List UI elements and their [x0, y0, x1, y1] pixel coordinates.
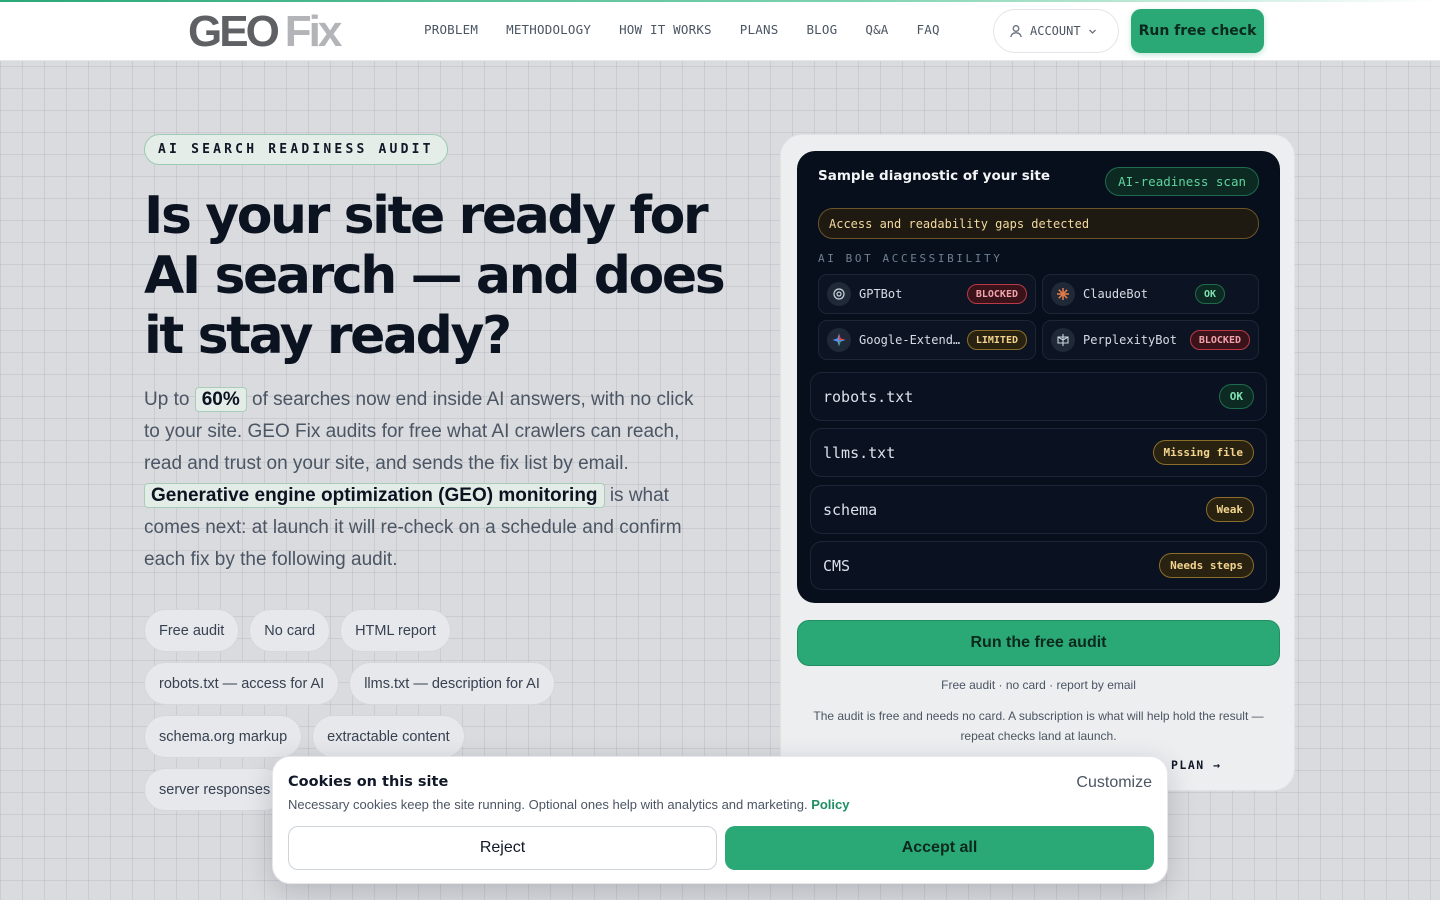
check-status: Needs steps: [1159, 553, 1254, 578]
account-label: ACCOUNT: [1030, 24, 1081, 38]
chip-html-report: HTML report: [340, 609, 451, 652]
check-cms: CMS Needs steps: [810, 541, 1267, 590]
policy-link[interactable]: Policy: [811, 797, 849, 812]
bot-name: ClaudeBot: [1083, 287, 1149, 301]
check-status: Missing file: [1152, 440, 1254, 465]
bot-name: PerplexityBot: [1083, 333, 1177, 347]
bot-status: BLOCKED: [966, 284, 1027, 304]
customize-button[interactable]: Customize: [1076, 774, 1152, 792]
lead-part1: Up to: [144, 389, 190, 410]
bot-name: GPTBot: [859, 287, 903, 301]
bot-perplexitybot: PerplexityBot BLOCKED: [1042, 320, 1259, 360]
plan-link[interactable]: PLAN →: [1171, 758, 1222, 772]
nav-plans[interactable]: PLANS: [740, 22, 779, 37]
cookie-text-body: Necessary cookies keep the site running.…: [288, 797, 808, 812]
main-nav: PROBLEM METHODOLOGY HOW IT WORKS PLANS B…: [424, 22, 940, 37]
cookie-title: Cookies on this site: [288, 774, 449, 790]
bot-name: Google-Extended: [859, 333, 967, 347]
check-name: schema: [823, 500, 878, 519]
perplexity-icon: [1051, 328, 1075, 352]
hero-title: Is your site ready for AI search — and d…: [144, 186, 726, 366]
chip-free-audit: Free audit: [144, 609, 240, 652]
check-schema: schema Weak: [810, 485, 1267, 534]
run-audit-button[interactable]: Run the free audit: [797, 620, 1280, 666]
nav-how-it-works[interactable]: HOW IT WORKS: [619, 22, 712, 37]
chevron-down-icon: [1088, 29, 1096, 34]
check-status: OK: [1218, 384, 1254, 409]
check-name: CMS: [823, 556, 851, 575]
fine-print: Free audit · no card · report by email: [941, 678, 1136, 692]
run-free-check-button[interactable]: Run free check: [1131, 9, 1264, 53]
diagnostic-card: Sample diagnostic of your site AI-readin…: [780, 134, 1295, 791]
site-header: GEO Fix PROBLEM METHODOLOGY HOW IT WORKS…: [0, 2, 1440, 61]
nav-problem[interactable]: PROBLEM: [424, 22, 478, 37]
scan-badge: AI-readiness scan: [1105, 167, 1259, 196]
chip-schema: schema.org markup: [144, 715, 303, 758]
check-robots: robots.txt OK: [810, 372, 1267, 421]
check-status: Weak: [1205, 497, 1254, 522]
openai-icon: [827, 282, 851, 306]
check-name: robots.txt: [823, 387, 914, 406]
bot-claudebot: ClaudeBot OK: [1042, 274, 1259, 314]
hero-lead: Up to 60% of searches now end inside AI …: [144, 384, 714, 576]
lead-stat: 60%: [194, 387, 247, 412]
cookie-text: Necessary cookies keep the site running.…: [288, 797, 849, 812]
nav-qa[interactable]: Q&A: [865, 22, 888, 37]
nav-blog[interactable]: BLOG: [806, 22, 837, 37]
bot-grid: GPTBot BLOCKED ClaudeBot OK Google-Exten…: [818, 274, 1259, 360]
bot-google-extended: Google-Extended LIMITED: [818, 320, 1036, 360]
bot-status: LIMITED: [966, 330, 1027, 350]
chip-extractable: extractable content: [312, 715, 465, 758]
check-name: llms.txt: [823, 443, 896, 462]
gemini-icon: [827, 328, 851, 352]
check-llms: llms.txt Missing file: [810, 428, 1267, 477]
subscription-note: The audit is free and needs no card. A s…: [813, 709, 1264, 743]
bot-status: BLOCKED: [1189, 330, 1250, 350]
logo[interactable]: GEO Fix: [188, 7, 343, 56]
diagnostic-panel: Sample diagnostic of your site AI-readin…: [797, 151, 1280, 603]
reject-button[interactable]: Reject: [288, 826, 717, 870]
eyebrow-badge: AI SEARCH READINESS AUDIT: [144, 134, 448, 165]
accept-all-button[interactable]: Accept all: [725, 826, 1154, 870]
claude-icon: [1051, 282, 1075, 306]
diagnostic-title: Sample diagnostic of your site: [818, 168, 1050, 184]
bots-section-label: AI BOT ACCESSIBILITY: [818, 252, 1003, 265]
bot-gptbot: GPTBot BLOCKED: [818, 274, 1036, 314]
cookie-banner: Cookies on this site Customize Necessary…: [272, 756, 1168, 884]
chip-no-card: No card: [249, 609, 331, 652]
bot-status: OK: [1195, 284, 1226, 304]
chip-robots: robots.txt — access for AI: [144, 662, 340, 705]
logo-part1: GEO: [188, 7, 280, 56]
nav-methodology[interactable]: METHODOLOGY: [506, 22, 591, 37]
logo-part2: Fix: [284, 7, 343, 56]
account-button[interactable]: ACCOUNT: [993, 9, 1119, 53]
gaps-alert: Access and readability gaps detected: [818, 208, 1259, 239]
lead-highlight: Generative engine optimization (GEO) mon…: [144, 483, 605, 508]
user-icon: [1010, 25, 1022, 38]
chip-server: server responses: [144, 768, 286, 811]
nav-faq[interactable]: FAQ: [917, 22, 940, 37]
chip-llms: llms.txt — description for AI: [349, 662, 555, 705]
